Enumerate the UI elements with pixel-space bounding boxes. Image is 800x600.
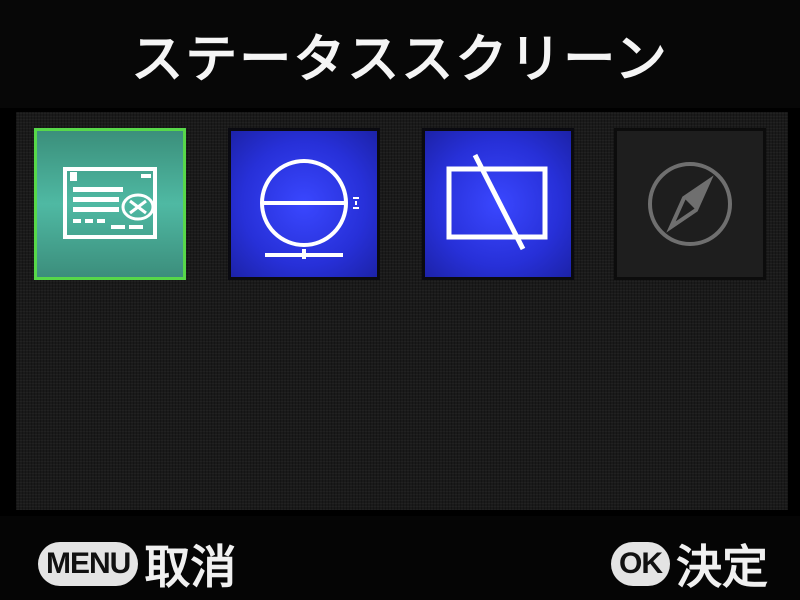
ok-label: 決定 <box>676 540 768 594</box>
option-electronic-level[interactable] <box>228 128 380 280</box>
display-off-icon <box>446 153 548 251</box>
page-title: ステータススクリーン <box>131 29 669 90</box>
option-status-screen[interactable] <box>34 128 186 280</box>
cancel-button[interactable]: MENU 取消 <box>38 531 236 597</box>
cancel-label: 取消 <box>144 540 237 594</box>
camera-menu-screen: ステータススクリーン MENU 取消 OK 決定 <box>0 0 800 600</box>
menu-key-badge: MENU <box>38 542 139 586</box>
compass-icon <box>648 162 732 246</box>
option-compass[interactable] <box>614 128 766 280</box>
ok-key-badge: OK <box>611 542 670 586</box>
footer-bar: MENU 取消 OK 決定 <box>0 516 800 600</box>
option-display-off[interactable] <box>422 128 574 280</box>
status-screen-icon <box>63 167 157 239</box>
ok-button[interactable]: OK 決定 <box>611 531 768 597</box>
option-grid <box>16 112 788 510</box>
electronic-level-icon <box>260 159 359 259</box>
title-bar: ステータススクリーン <box>0 0 800 108</box>
